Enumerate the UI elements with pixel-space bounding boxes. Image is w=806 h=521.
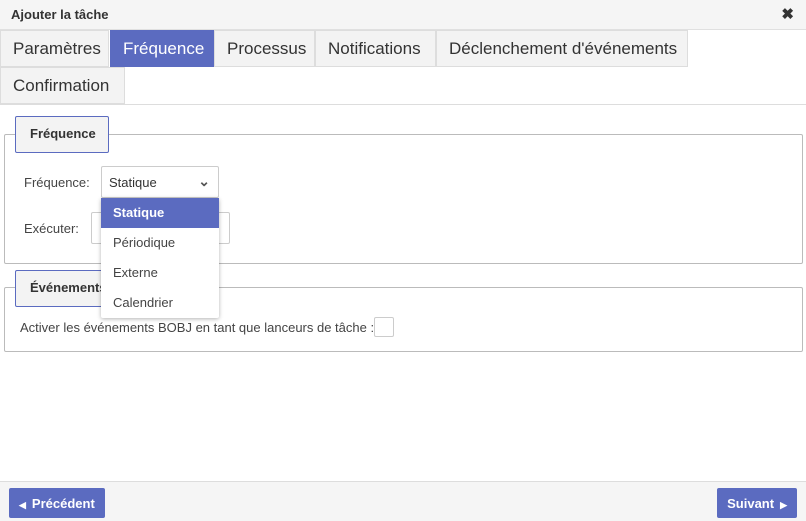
tab-parametres[interactable]: Paramètres	[0, 30, 109, 67]
tab-bar: Paramètres Fréquence Processus Notificat…	[0, 30, 806, 105]
frequency-dropdown: Statique Périodique Externe Calendrier	[101, 198, 219, 318]
dialog-footer: ◀ Précédent Suivant ▶	[0, 481, 806, 521]
option-statique[interactable]: Statique	[101, 198, 219, 228]
option-calendrier[interactable]: Calendrier	[101, 288, 219, 318]
frequency-value: Statique	[109, 175, 157, 190]
frequency-legend: Fréquence	[15, 116, 109, 153]
frequency-select[interactable]: Statique ⌄	[101, 166, 219, 198]
option-externe[interactable]: Externe	[101, 258, 219, 288]
option-periodique[interactable]: Périodique	[101, 228, 219, 258]
tab-processus[interactable]: Processus	[214, 30, 315, 67]
dialog-title: Ajouter la tâche	[11, 7, 109, 22]
chevron-down-icon: ⌄	[198, 173, 210, 189]
close-icon[interactable]: ✖	[781, 5, 794, 23]
previous-button[interactable]: ◀ Précédent	[9, 488, 105, 518]
caret-right-icon: ▶	[780, 500, 787, 510]
tab-frequence[interactable]: Fréquence	[110, 30, 214, 67]
bobj-events-label: Activer les événements BOBJ en tant que …	[20, 320, 375, 335]
tab-notifications[interactable]: Notifications	[315, 30, 436, 67]
frequency-label: Fréquence:	[24, 175, 90, 190]
bobj-events-checkbox[interactable]	[374, 317, 394, 337]
tab-confirmation[interactable]: Confirmation	[0, 67, 125, 104]
execute-label: Exécuter:	[24, 221, 79, 236]
caret-left-icon: ◀	[19, 500, 26, 510]
dialog-titlebar: Ajouter la tâche ✖	[0, 0, 806, 30]
next-button[interactable]: Suivant ▶	[717, 488, 797, 518]
tab-declenchement[interactable]: Déclenchement d'événements	[436, 30, 688, 67]
